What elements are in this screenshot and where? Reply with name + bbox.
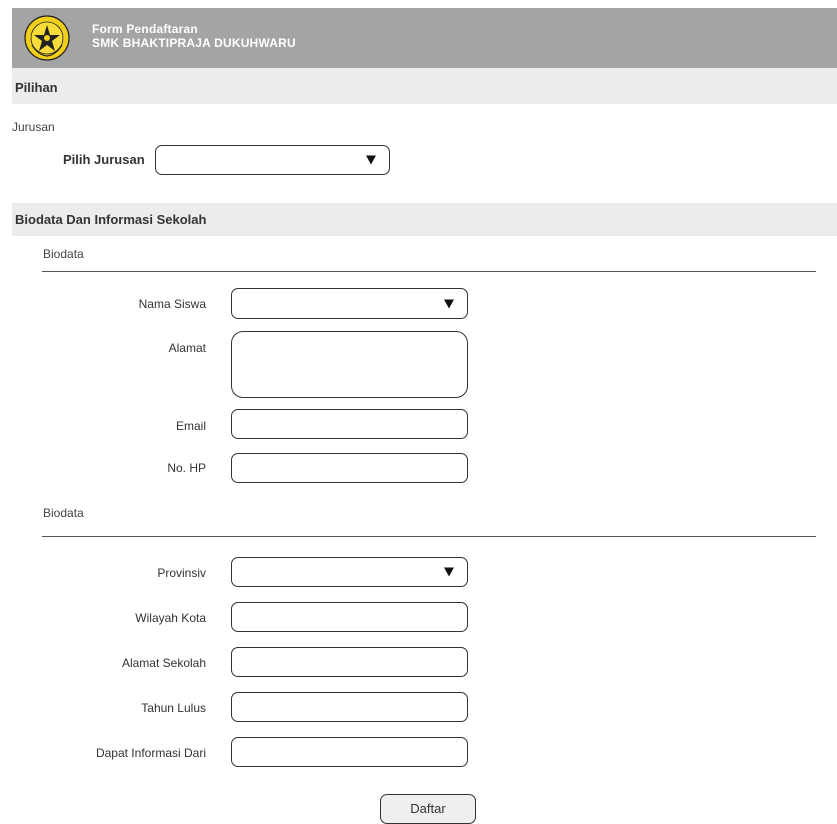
sekolah-subheading: Biodata [43,506,84,520]
biodata-subheading: Biodata [43,247,84,261]
informasi-dari-field[interactable] [231,737,468,767]
sekolah-divider [42,536,816,537]
pilihan-section-bar: Pilihan [12,68,837,104]
wilayah-kota-label: Wilayah Kota [135,611,206,625]
jurusan-select[interactable] [155,145,390,175]
alamat-label: Alamat [168,341,206,355]
chevron-down-icon [444,299,454,308]
biodata-divider [42,271,816,272]
no-hp-label: No. HP [167,461,206,475]
chevron-down-icon [366,155,376,165]
informasi-dari-label: Dapat Informasi Dari [95,746,206,760]
chevron-down-icon [444,567,454,577]
school-emblem-icon [24,15,70,61]
tahun-lulus-label: Tahun Lulus [141,701,206,715]
alamat-sekolah-label: Alamat Sekolah [121,656,206,670]
no-hp-field[interactable] [231,453,468,483]
nama-siswa-label: Nama Siswa [138,297,206,311]
app-header: Form Pendaftaran SMK BHAKTIPRAJA DUKUHWA… [12,8,837,68]
daftar-button[interactable]: Daftar [380,794,476,824]
biodata-section-bar: Biodata Dan Informasi Sekolah [12,203,837,236]
header-title: Form Pendaftaran SMK BHAKTIPRAJA DUKUHWA… [92,22,296,50]
pilihan-title: Pilihan [15,80,58,95]
wilayah-kota-field[interactable] [231,602,468,632]
tahun-lulus-field[interactable] [231,692,468,722]
provinsi-select[interactable] [231,557,468,587]
alamat-textarea[interactable] [231,331,468,398]
jurusan-group-label: Jurusan [12,120,55,134]
alamat-sekolah-field[interactable] [231,647,468,677]
pilih-jurusan-label: Pilih Jurusan [63,152,145,167]
email-field[interactable] [231,409,468,439]
email-label: Email [175,419,206,433]
header-line1: Form Pendaftaran [92,22,198,36]
biodata-section-title: Biodata Dan Informasi Sekolah [15,212,207,227]
nama-siswa-select[interactable] [231,288,468,319]
header-line2: SMK BHAKTIPRAJA DUKUHWARU [92,36,296,50]
provinsi-label: Provinsiv [157,566,206,580]
